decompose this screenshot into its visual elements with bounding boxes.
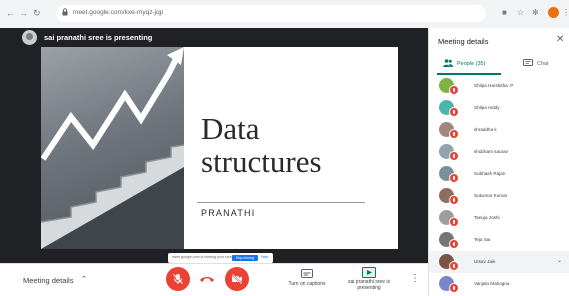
slide-title-line-2: structures <box>201 144 322 179</box>
browser-menu-icon[interactable]: ⋮ <box>562 9 569 17</box>
participant-name: Sukumar Kumar <box>474 193 508 198</box>
camera-toggle-button[interactable] <box>225 267 249 291</box>
call-controls-bar: Meeting details ⌃ Turn on captions sai p… <box>0 263 428 296</box>
tab-people-label: People (35) <box>457 61 486 67</box>
stop-sharing-button[interactable]: Stop sharing <box>232 255 258 261</box>
presenter-bar: sai pranathi sree is presenting <box>0 28 428 48</box>
back-icon[interactable]: ← <box>6 9 15 18</box>
close-icon[interactable]: ✕ <box>556 34 564 45</box>
participant-name: Utsav Jain <box>474 259 496 264</box>
hide-banner-button[interactable]: Hide <box>261 255 268 259</box>
google-meet-window: ← → ↻ meet.google.com/kxe-myqz-jqp ■ ☆ ✻… <box>0 0 569 296</box>
muted-mic-icon <box>449 195 459 205</box>
more-options-icon[interactable]: ⋮ <box>410 273 420 284</box>
participant-name: Shilpa Harshitha .P <box>474 83 514 88</box>
muted-mic-icon <box>449 151 459 161</box>
browser-toolbar: ← → ↻ meet.google.com/kxe-myqz-jqp ■ ☆ ✻… <box>0 0 569 28</box>
bookmark-star-icon[interactable]: ☆ <box>517 9 524 17</box>
participant-name: shraddha k <box>474 127 497 132</box>
participant-row[interactable]: Shilpa Harshitha .P <box>429 75 569 97</box>
url-text: meet.google.com/kxe-myqz-jqp <box>73 9 164 16</box>
participant-row[interactable]: shubham saurav <box>429 141 569 163</box>
muted-mic-icon <box>449 107 459 117</box>
participant-name: Teja Sai <box>474 237 491 242</box>
profile-avatar[interactable] <box>548 7 559 18</box>
participant-row[interactable]: Sukumar Kumar <box>429 185 569 207</box>
muted-mic-icon <box>449 261 459 271</box>
participant-name: Subhash Rajan <box>474 171 506 176</box>
presenter-banner: sai pranathi sree is presenting <box>44 33 153 42</box>
chat-icon <box>523 59 533 66</box>
camera-off-icon <box>231 273 243 285</box>
slide-subtitle: PRANATHI <box>201 208 256 218</box>
slide-title-line-1: Data <box>201 111 260 146</box>
meeting-details-panel: Meeting details ✕ People (35) Chat Shilp… <box>428 28 569 296</box>
participant-row[interactable]: Teja Sai <box>429 229 569 251</box>
meeting-stage: sai pranathi sree is presenting Data str… <box>0 28 428 263</box>
muted-mic-icon <box>449 283 459 293</box>
participant-name: Vanjala Mahogna <box>474 281 510 286</box>
participant-row[interactable]: shraddha k <box>429 119 569 141</box>
address-bar[interactable]: meet.google.com/kxe-myqz-jqp <box>56 5 486 22</box>
panel-title: Meeting details <box>438 37 489 46</box>
muted-mic-icon <box>449 217 459 227</box>
presenter-avatar <box>22 30 37 45</box>
slide-divider <box>197 202 365 203</box>
extensions-icon[interactable]: ✻ <box>532 9 539 17</box>
participant-row[interactable]: Vanjala Mahogna <box>429 273 569 295</box>
captions-icon[interactable] <box>301 269 313 278</box>
participant-row[interactable]: Subhash Rajan <box>429 163 569 185</box>
forward-icon[interactable]: → <box>19 9 28 18</box>
present-icon[interactable] <box>362 267 376 278</box>
muted-mic-icon <box>449 239 459 249</box>
chevron-down-icon[interactable]: ⌄ <box>557 257 562 264</box>
stairs-arrow-graphic <box>41 47 184 249</box>
lock-icon <box>62 8 68 16</box>
chevron-up-icon[interactable]: ⌃ <box>81 275 87 283</box>
participant-row[interactable]: Shilpa reddy <box>429 97 569 119</box>
share-banner-text: meet.google.com is sharing your screen. <box>172 255 237 259</box>
tab-chat[interactable]: Chat <box>509 57 565 73</box>
presenting-label[interactable]: sai pranathi sree is presenting <box>344 279 394 291</box>
muted-mic-icon <box>449 85 459 95</box>
tab-people[interactable]: People (35) <box>437 57 501 73</box>
muted-mic-icon <box>449 129 459 139</box>
meeting-details-toggle[interactable]: Meeting details <box>23 276 73 285</box>
hang-up-icon[interactable] <box>198 273 216 285</box>
reload-icon[interactable]: ↻ <box>33 9 41 18</box>
presented-slide: Data structures PRANATHI <box>41 47 398 249</box>
slide-photo-stairs <box>41 47 184 249</box>
tab-chat-label: Chat <box>537 61 549 67</box>
mic-off-icon <box>173 274 183 284</box>
participant-name: shubham saurav <box>474 149 508 154</box>
participant-row[interactable]: Tanuja Joshi <box>429 207 569 229</box>
participant-name: Tanuja Joshi <box>474 215 500 220</box>
people-icon <box>443 59 453 67</box>
camera-permission-icon[interactable]: ■ <box>502 9 507 17</box>
slide-title: Data structures <box>201 112 322 178</box>
muted-mic-icon <box>449 173 459 183</box>
mic-toggle-button[interactable] <box>166 267 190 291</box>
participant-list: Shilpa Harshitha .P Shilpa reddy shraddh… <box>429 75 569 296</box>
participant-row[interactable]: Utsav Jain ⌄ <box>429 251 569 273</box>
participant-name: Shilpa reddy <box>474 105 500 110</box>
captions-label[interactable]: Turn on captions <box>281 281 333 287</box>
screen-share-banner: meet.google.com is sharing your screen. … <box>168 253 273 263</box>
